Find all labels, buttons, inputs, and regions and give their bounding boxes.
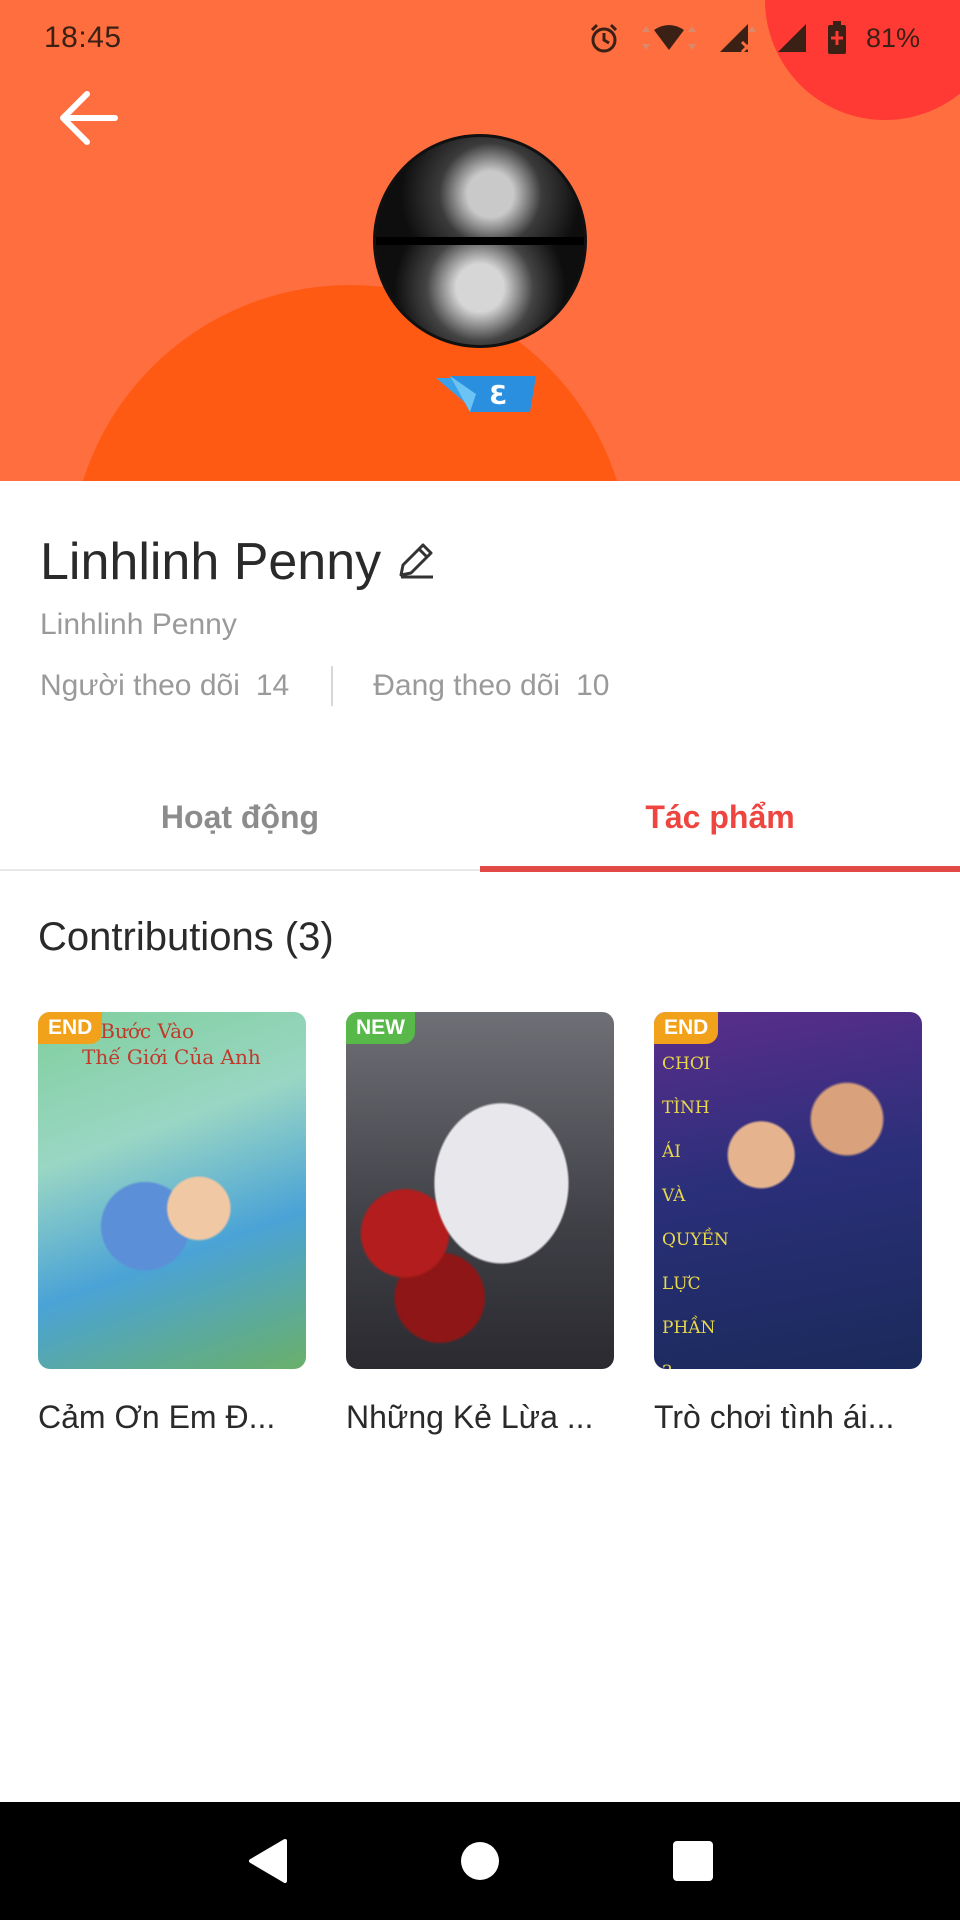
stat-divider	[331, 666, 334, 706]
nav-recents-button[interactable]	[653, 1821, 733, 1901]
followers-count: 14	[255, 669, 290, 702]
avatar-image-bottom	[376, 241, 584, 345]
profile-name: Linhlinh Penny	[40, 533, 382, 591]
followers-stat[interactable]: Người theo dõi 14	[40, 669, 289, 703]
signal-icon	[777, 24, 806, 52]
book-title: Trò chơi tình ái...	[654, 1399, 895, 1435]
back-triangle-icon	[248, 1839, 287, 1883]
status-bar: 18:45 81%	[0, 0, 960, 76]
profile-tabs: Hoạt động Tác phẩm	[0, 765, 960, 872]
home-circle-icon	[460, 1842, 499, 1880]
book-card[interactable]: CHƠI TÌNH ÁI VÀ QUYỀN LỰC PHẦN 2 END Trò…	[654, 1012, 922, 1436]
level-badge: 3	[436, 372, 540, 418]
book-card[interactable]: NEW Những Kẻ Lừa ...	[346, 1012, 614, 1436]
edit-name-button[interactable]	[395, 539, 437, 586]
level-number: 3	[489, 381, 507, 411]
book-cover: CHƠI TÌNH ÁI VÀ QUYỀN LỰC PHẦN 2 END	[654, 1012, 922, 1369]
cover-text: CHƠI TÌNH ÁI VÀ QUYỀN LỰC PHẦN 2	[662, 1054, 729, 1369]
following-count: 10	[576, 669, 610, 702]
status-badge: END	[38, 1012, 103, 1044]
battery-percentage: 81%	[865, 22, 920, 53]
name-row: Linhlinh Penny	[40, 530, 920, 594]
tab-activity[interactable]: Hoạt động	[0, 765, 480, 869]
book-cover: a Bước Vào Thế Giới Của Anh END	[38, 1012, 306, 1369]
battery-icon	[827, 21, 846, 54]
following-label: Đang theo dõi	[373, 669, 561, 702]
cover-text: a Bước Vào Thế Giới Của Anh	[82, 1019, 261, 1069]
contributions-title: Contributions (3)	[38, 915, 334, 959]
status-time: 18:45	[44, 21, 122, 54]
profile-username: Linhlinh Penny	[40, 608, 237, 641]
following-stat[interactable]: Đang theo dõi 10	[373, 669, 609, 703]
back-button[interactable]	[52, 82, 124, 154]
avatar[interactable]	[373, 134, 587, 348]
book-cover: NEW	[346, 1012, 614, 1369]
avatar-divider	[376, 236, 584, 245]
book-card[interactable]: a Bước Vào Thế Giới Của Anh END Cảm Ơn E…	[38, 1012, 306, 1436]
contributions-grid: a Bước Vào Thế Giới Của Anh END Cảm Ơn E…	[38, 1012, 924, 1436]
book-title: Cảm Ơn Em Đ...	[38, 1399, 276, 1435]
wifi-icon	[641, 25, 696, 50]
status-icons: 81%	[588, 21, 920, 55]
avatar-image-top	[376, 137, 584, 241]
tab-works[interactable]: Tác phẩm	[480, 765, 960, 872]
followers-label: Người theo dõi	[40, 669, 240, 702]
alarm-icon	[590, 23, 618, 53]
follow-stats: Người theo dõi 14 Đang theo dõi 10	[40, 666, 920, 706]
pencil-icon	[399, 543, 434, 578]
nav-back-button[interactable]	[227, 1821, 307, 1901]
arrow-left-icon	[60, 91, 118, 145]
status-badge: NEW	[346, 1012, 415, 1044]
status-badge: END	[654, 1012, 719, 1044]
profile-info: Linhlinh Penny Linhlinh Penny Người theo…	[40, 530, 920, 706]
nav-home-button[interactable]	[440, 1821, 520, 1901]
book-title: Những Kẻ Lừa ...	[346, 1399, 594, 1435]
signal-icon	[719, 24, 756, 54]
recents-square-icon	[673, 1841, 714, 1881]
system-navigation-bar	[0, 1802, 960, 1920]
